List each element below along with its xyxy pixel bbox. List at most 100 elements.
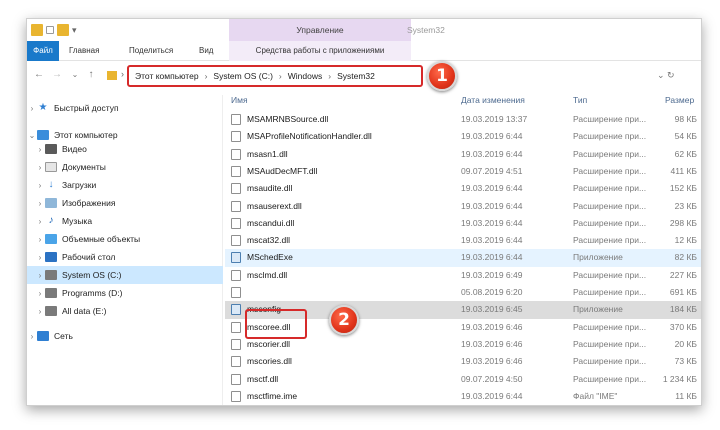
file-size: 370 КБ <box>669 321 697 332</box>
breadcrumb-separator-icon[interactable]: › <box>328 71 331 81</box>
file-date: 19.03.2019 6:46 <box>461 356 523 367</box>
sidebar-item[interactable]: › Изображения <box>27 194 223 212</box>
expand-chevron-icon[interactable]: › <box>27 104 37 113</box>
breadcrumb-windows[interactable]: Windows <box>288 71 322 81</box>
file-row[interactable]: 05.08.2019 6:20 Расширение при... 691 КБ <box>225 284 701 301</box>
sidebar-item[interactable]: › Сеть <box>27 327 223 345</box>
file-size: 227 КБ <box>669 269 697 280</box>
file-date: 19.03.2019 6:46 <box>461 338 523 349</box>
file-row[interactable]: MSAProfileNotificationHandler.dll 19.03.2… <box>225 128 701 145</box>
new-folder-icon[interactable] <box>57 24 69 36</box>
sidebar-item[interactable]: › Видео <box>27 140 223 158</box>
file-row[interactable]: mscorier.dll 19.03.2019 6:46 Расширение пр… <box>225 336 701 353</box>
expand-chevron-icon[interactable]: › <box>35 199 45 208</box>
network-icon <box>37 331 49 341</box>
sidebar-item-label: Музыка <box>62 216 93 226</box>
file-icon <box>231 131 241 143</box>
properties-icon[interactable] <box>46 26 54 34</box>
file-name: mscories.dll <box>247 356 292 367</box>
file-type: Расширение при... <box>573 235 647 246</box>
sidebar-item[interactable]: › Объемные объекты <box>27 230 223 248</box>
expand-chevron-icon[interactable]: › <box>35 163 45 172</box>
file-row[interactable]: msclmd.dll 19.03.2019 6:49 Расширение при.… <box>225 267 701 284</box>
file-name: mscandui.dll <box>247 217 295 228</box>
expand-chevron-icon[interactable]: › <box>35 271 45 280</box>
breadcrumb-separator-icon[interactable]: › <box>205 71 208 81</box>
expand-chevron-icon[interactable]: › <box>35 307 45 316</box>
sidebar-item[interactable]: › All data (E:) <box>27 302 223 320</box>
breadcrumb-system-os[interactable]: System OS (C:) <box>213 71 273 81</box>
sidebar-item-label: Рабочий стол <box>62 252 116 262</box>
file-name: MSAMRNBSource.dll <box>247 114 329 124</box>
file-date: 19.03.2019 6:44 <box>461 390 523 401</box>
file-type: Расширение при... <box>573 183 647 194</box>
file-row[interactable]: msasn1.dll 19.03.2019 6:44 Расширение при.… <box>225 146 701 163</box>
refresh-icon[interactable]: ⌄ ↻ <box>657 70 675 81</box>
file-row[interactable]: msconfig 19.03.2019 6:45 Приложение 184 КБ <box>225 301 701 319</box>
quick-access-toolbar: ▾ <box>31 24 77 36</box>
file-name: msasn1.dll <box>247 148 288 159</box>
expand-chevron-icon[interactable]: › <box>35 181 45 190</box>
file-name: msconfig <box>247 304 282 315</box>
file-row[interactable]: mscories.dll 19.03.2019 6:46 Расширение пр… <box>225 353 701 370</box>
tab-view[interactable]: Вид <box>193 41 219 61</box>
customize-toolbar-icon[interactable]: ▾ <box>72 25 77 36</box>
forward-arrow-icon[interactable]: → <box>51 68 63 82</box>
file-row[interactable]: msctfime.ime 19.03.2019 6:44 Файл "IME" 11 … <box>225 388 701 405</box>
tab-home[interactable]: Главная <box>63 41 105 61</box>
file-row[interactable]: mscandui.dll 19.03.2019 6:44 Расширение пр… <box>225 215 701 232</box>
file-list: Имя Дата изменения Тип Размер MSAMRNBSou… <box>225 95 702 406</box>
column-header-name[interactable]: Имя <box>231 95 248 109</box>
sidebar-item[interactable]: › ♪ Музыка <box>27 212 223 230</box>
column-header-type[interactable]: Тип <box>573 95 587 109</box>
file-row[interactable]: mscat32.dll 19.03.2019 6:44 Расширение при… <box>225 232 701 249</box>
address-bar[interactable]: Этот компьютер › System OS (C:) › Window… <box>127 65 423 87</box>
file-type: Расширение при... <box>573 200 647 211</box>
expand-chevron-icon[interactable]: › <box>27 332 37 341</box>
file-row[interactable]: MsCtfMonitor.dll19.03.2019 6:44Расширени… <box>225 405 702 406</box>
file-row[interactable]: msaudite.dll 19.03.2019 6:44 Расширение пр… <box>225 180 701 197</box>
music-folder-icon: ♪ <box>48 215 54 226</box>
tab-application-tools[interactable]: Средства работы с приложениями <box>229 41 411 61</box>
file-row[interactable]: msctf.dll 09.07.2019 4:50 Расширение при..… <box>225 371 701 388</box>
application-icon <box>231 304 241 316</box>
sidebar-item[interactable]: › Документы <box>27 158 223 176</box>
file-row[interactable]: mscoree.dll 19.03.2019 6:46 Расширение при… <box>225 319 701 336</box>
file-icon <box>231 235 241 247</box>
column-header-size[interactable]: Размер <box>665 95 694 109</box>
file-icon <box>231 114 241 125</box>
file-row[interactable]: MSAMRNBSource.dll 19.03.2019 13:37 Расшире… <box>225 111 701 128</box>
sidebar-item[interactable]: › Рабочий стол <box>27 248 223 266</box>
breadcrumb-separator-icon[interactable]: › <box>279 71 282 81</box>
sidebar-item[interactable]: › Programms (D:) <box>27 284 223 302</box>
expand-chevron-icon[interactable]: › <box>35 253 45 262</box>
file-row[interactable]: MSAudDecMFT.dll 09.07.2019 4:51 Расширение… <box>225 163 701 180</box>
address-root-chevron-icon[interactable]: › <box>121 69 124 79</box>
tab-file[interactable]: Файл <box>27 41 59 61</box>
up-arrow-icon[interactable]: ↑ <box>85 68 97 82</box>
sidebar-item[interactable]: › System OS (C:) <box>27 266 223 284</box>
expand-chevron-icon[interactable]: › <box>35 289 45 298</box>
file-size: 411 КБ <box>670 165 697 176</box>
breadcrumb-system32[interactable]: System32 <box>337 71 375 81</box>
file-type: Расширение при... <box>573 269 647 280</box>
sidebar-item[interactable]: › ↓ Загрузки <box>27 176 223 194</box>
sidebar-item-label: Programms (D:) <box>62 288 123 298</box>
sidebar-item[interactable]: › ★ Быстрый доступ <box>27 99 223 117</box>
expand-chevron-icon[interactable]: › <box>35 235 45 244</box>
window-title: System32 <box>407 25 445 35</box>
file-row[interactable]: MSchedExe 19.03.2019 6:44 Приложение 82 КБ <box>225 249 701 267</box>
expand-chevron-icon[interactable]: ⌄ <box>27 131 37 140</box>
breadcrumb-this-pc[interactable]: Этот компьютер <box>135 71 199 81</box>
file-date: 05.08.2019 6:20 <box>461 287 523 297</box>
callout-badge-2: 2 <box>329 305 359 335</box>
sidebar-item-label: Документы <box>62 162 106 172</box>
recent-locations-chevron-icon[interactable]: ⌄ <box>69 68 81 82</box>
expand-chevron-icon[interactable]: › <box>35 145 45 154</box>
expand-chevron-icon[interactable]: › <box>35 217 45 226</box>
tab-share[interactable]: Поделиться <box>123 41 179 61</box>
column-header-date[interactable]: Дата изменения <box>461 95 525 109</box>
file-icon <box>231 338 241 350</box>
back-arrow-icon[interactable]: ← <box>33 68 45 82</box>
file-row[interactable]: msauserext.dll 19.03.2019 6:44 Расширение … <box>225 198 701 215</box>
